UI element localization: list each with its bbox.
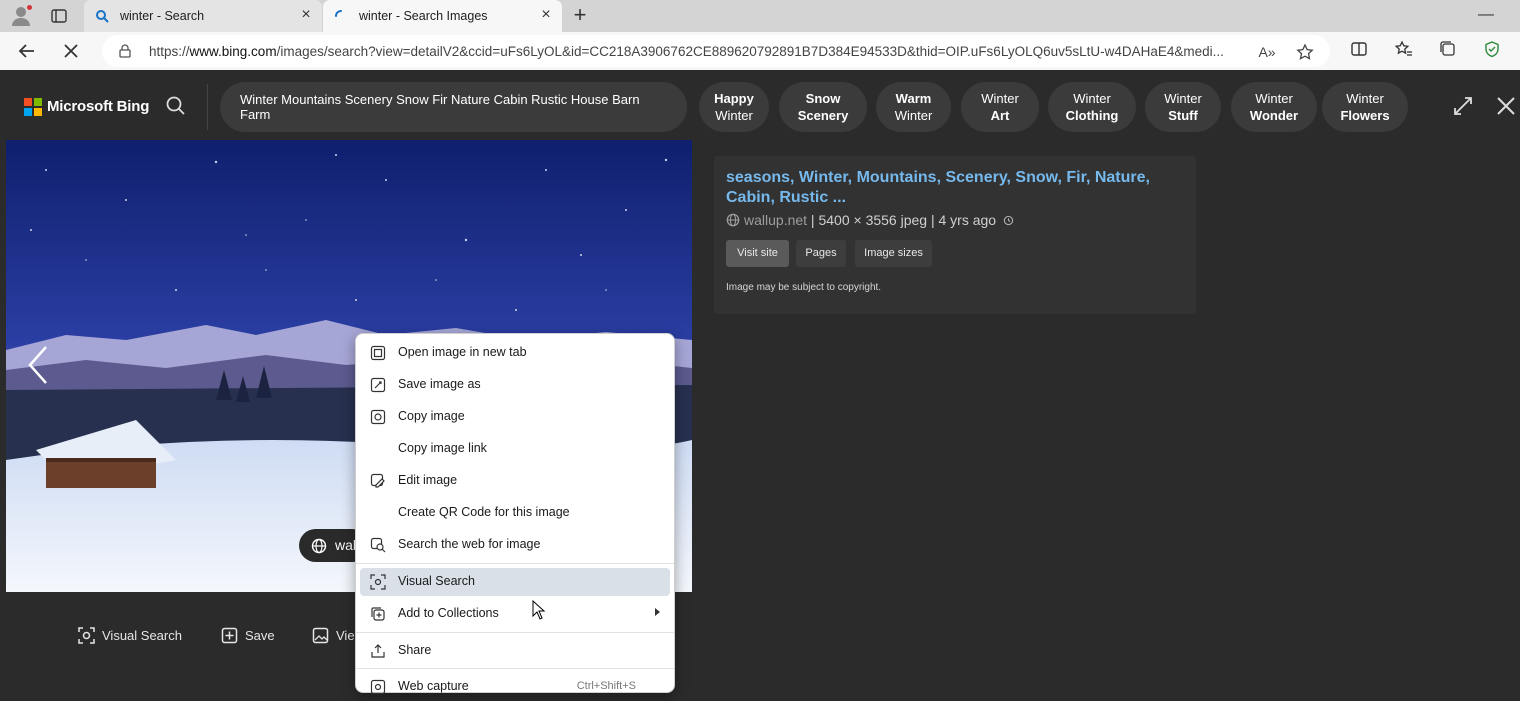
web-capture-icon	[370, 679, 386, 695]
related-search-winter-art[interactable]: Winter Art	[961, 82, 1039, 132]
image-meta: wallup.net | 5400 × 3556 jpeg | 4 yrs ag…	[726, 212, 1014, 228]
visual-search-icon	[78, 627, 95, 644]
menu-separator	[356, 668, 674, 669]
save-image-icon	[370, 377, 386, 393]
tab-title: winter - Search Images	[359, 9, 488, 23]
search-icon[interactable]	[164, 94, 188, 118]
image-domain[interactable]: wallup.net	[744, 212, 807, 228]
share-icon	[370, 643, 386, 659]
profile-avatar-icon[interactable]	[10, 4, 33, 27]
globe-icon	[311, 538, 327, 554]
notification-dot	[26, 4, 33, 11]
menu-item-search-web-for-image[interactable]: Search the web for image	[360, 531, 670, 559]
shortcut-text: Ctrl+Shift+S	[576, 680, 636, 692]
search-query-pill[interactable]: Winter Mountains Scenery Snow Fir Nature…	[220, 82, 687, 132]
bing-image-detail-overlay: Microsoft Bing Winter Mountains Scenery …	[4, 70, 1520, 688]
previous-image-arrow-icon[interactable]	[26, 345, 52, 385]
related-search-winter-wonder[interactable]: Winter Wonder	[1231, 82, 1317, 132]
related-search-warm-winter[interactable]: Warm Winter	[876, 82, 951, 132]
image-info-panel: seasons, Winter, Mountains, Scenery, Sno…	[714, 156, 1196, 314]
lock-icon[interactable]	[118, 44, 132, 58]
collections-icon	[370, 606, 386, 622]
image-age: 4 yrs ago	[938, 212, 997, 228]
tab-close-icon[interactable]: ×	[298, 7, 314, 24]
copy-image-icon	[370, 409, 386, 425]
favorite-star-icon[interactable]	[1296, 43, 1314, 61]
stop-loading-icon[interactable]	[60, 40, 82, 62]
menu-item-create-qr-code[interactable]: Create QR Code for this image	[360, 499, 670, 527]
new-tab-icon[interactable]: +	[570, 4, 590, 26]
expand-fullscreen-icon[interactable]	[1451, 94, 1475, 118]
related-search-winter-clothing[interactable]: Winter Clothing	[1048, 82, 1136, 132]
browser-essentials-icon[interactable]	[1483, 40, 1501, 58]
menu-separator	[356, 563, 674, 564]
navigation-bar: https://www.bing.com/images/search?view=…	[0, 32, 1520, 70]
image-dimensions: 5400 × 3556 jpeg	[818, 212, 928, 228]
visual-search-icon	[370, 574, 386, 590]
related-search-winter-stuff[interactable]: Winter Stuff	[1145, 82, 1221, 132]
related-search-winter-flowers[interactable]: Winter Flowers	[1322, 82, 1408, 132]
menu-item-open-image-new-tab[interactable]: Open image in new tab	[360, 339, 670, 367]
close-icon[interactable]	[1494, 94, 1518, 118]
image-sizes-button[interactable]: Image sizes	[855, 240, 932, 267]
loading-spinner-icon	[334, 9, 348, 23]
history-icon	[1003, 215, 1014, 226]
image-title-link[interactable]: seasons, Winter, Mountains, Scenery, Sno…	[726, 168, 1186, 208]
back-arrow-icon[interactable]	[16, 40, 38, 62]
menu-item-edit-image[interactable]: Edit image	[360, 467, 670, 495]
related-search-snow-scenery[interactable]: Snow Scenery	[779, 82, 867, 132]
bing-logo-text[interactable]: Microsoft Bing	[47, 98, 149, 115]
edit-image-icon	[370, 473, 386, 489]
view-image-icon	[312, 627, 329, 644]
tab-strip: winter - Search × winter - Search Images…	[0, 0, 1520, 32]
tab-title: winter - Search	[120, 9, 205, 23]
tab-winter-search-images[interactable]: winter - Search Images ×	[323, 0, 562, 32]
menu-item-copy-image-link[interactable]: Copy image link	[360, 435, 670, 463]
new-tab-icon	[370, 345, 386, 361]
url-text[interactable]: https://www.bing.com/images/search?view=…	[149, 44, 1244, 59]
menu-item-visual-search[interactable]: Visual Search	[360, 568, 670, 596]
related-search-happy-winter[interactable]: Happy Winter	[699, 82, 769, 132]
menu-item-copy-image[interactable]: Copy image	[360, 403, 670, 431]
menu-item-save-image-as[interactable]: Save image as	[360, 371, 670, 399]
tab-actions-icon[interactable]	[50, 7, 68, 25]
bing-search-favicon-icon	[95, 9, 109, 23]
address-bar[interactable]: https://www.bing.com/images/search?view=…	[102, 35, 1330, 67]
globe-icon	[726, 213, 740, 227]
microsoft-logo-icon	[24, 98, 42, 116]
image-context-menu: Open image in new tab Save image as Copy…	[355, 333, 675, 695]
read-aloud-icon[interactable]: A»	[1258, 43, 1276, 61]
menu-separator	[356, 632, 674, 633]
menu-item-web-capture[interactable]: Web capture Ctrl+Shift+S	[360, 673, 670, 701]
save-icon	[221, 627, 238, 644]
minimize-window-icon[interactable]: —	[1478, 6, 1494, 24]
tab-winter-search[interactable]: winter - Search ×	[84, 0, 322, 32]
tab-close-icon[interactable]: ×	[538, 7, 554, 24]
menu-item-share[interactable]: Share	[360, 637, 670, 665]
source-chip-label: wal	[335, 537, 357, 553]
collections-icon[interactable]	[1439, 40, 1457, 58]
submenu-arrow-icon	[655, 608, 660, 616]
bing-header: Microsoft Bing Winter Mountains Scenery …	[4, 70, 1520, 142]
visit-site-button[interactable]: Visit site	[726, 240, 789, 267]
header-divider	[207, 84, 208, 130]
favorites-icon[interactable]	[1394, 40, 1413, 58]
pages-button[interactable]: Pages	[796, 240, 846, 267]
copyright-notice: Image may be subject to copyright.	[726, 282, 882, 293]
image-search-icon	[370, 537, 386, 553]
menu-item-add-to-collections[interactable]: Add to Collections	[360, 600, 670, 628]
mouse-cursor-icon	[532, 599, 546, 620]
split-screen-icon[interactable]	[1350, 40, 1368, 58]
